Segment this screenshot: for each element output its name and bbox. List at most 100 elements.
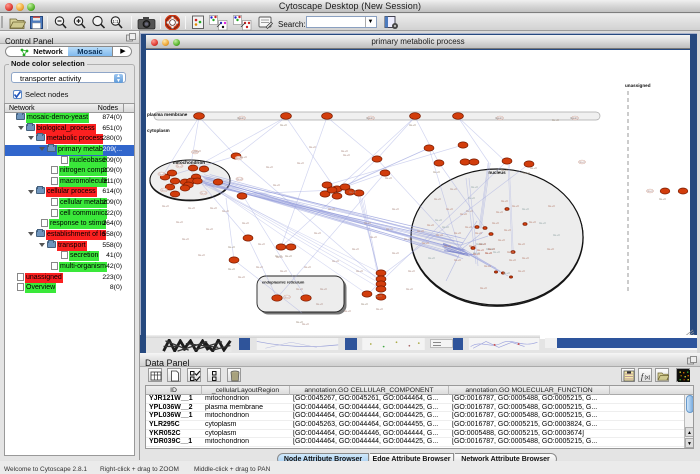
svg-text:0e+0: 0e+0 bbox=[479, 242, 486, 246]
svg-text:0e+0: 0e+0 bbox=[488, 247, 495, 251]
svg-text:0e+0: 0e+0 bbox=[242, 221, 249, 225]
svg-text:0e+0: 0e+0 bbox=[364, 221, 371, 225]
svg-text:0e+0: 0e+0 bbox=[392, 207, 399, 211]
svg-text:0e+0: 0e+0 bbox=[507, 250, 514, 254]
svg-text:0e+0: 0e+0 bbox=[210, 206, 217, 210]
svg-text:0e+0: 0e+0 bbox=[406, 287, 413, 291]
svg-text:0e+0: 0e+0 bbox=[480, 286, 487, 290]
svg-text:plasma membrane: plasma membrane bbox=[147, 112, 188, 117]
svg-text:0e+0: 0e+0 bbox=[468, 196, 475, 200]
svg-text:0e+0: 0e+0 bbox=[436, 233, 443, 237]
svg-text:0e+0: 0e+0 bbox=[552, 118, 559, 122]
svg-text:0e+0: 0e+0 bbox=[512, 204, 519, 208]
svg-text:0e+0: 0e+0 bbox=[446, 207, 453, 211]
svg-text:0e+0: 0e+0 bbox=[159, 172, 165, 176]
svg-text:0e+0: 0e+0 bbox=[495, 116, 502, 120]
svg-text:0e+0: 0e+0 bbox=[296, 287, 303, 291]
svg-text:0e+0: 0e+0 bbox=[316, 302, 323, 306]
svg-text:0e+0: 0e+0 bbox=[501, 199, 508, 203]
svg-text:0e+0: 0e+0 bbox=[352, 247, 359, 251]
svg-text:0e+0: 0e+0 bbox=[258, 242, 265, 246]
svg-text:0e+0: 0e+0 bbox=[309, 145, 316, 149]
svg-text:0e+0: 0e+0 bbox=[296, 320, 303, 324]
svg-text:0e+0: 0e+0 bbox=[297, 161, 304, 165]
svg-text:0e+0: 0e+0 bbox=[485, 251, 492, 255]
svg-text:0e+0: 0e+0 bbox=[547, 247, 554, 251]
svg-text:0e+0: 0e+0 bbox=[553, 233, 560, 237]
svg-text:0e+0: 0e+0 bbox=[522, 207, 529, 211]
svg-text:0e+0: 0e+0 bbox=[428, 256, 435, 260]
svg-text:0e+0: 0e+0 bbox=[206, 227, 213, 231]
svg-text:0e+0: 0e+0 bbox=[523, 171, 530, 175]
svg-text:0e+0: 0e+0 bbox=[341, 149, 348, 153]
svg-text:0e+0: 0e+0 bbox=[466, 209, 473, 213]
svg-text:0e+0: 0e+0 bbox=[409, 123, 416, 127]
svg-text:0e+0: 0e+0 bbox=[518, 242, 525, 246]
svg-text:0e+0: 0e+0 bbox=[460, 212, 467, 216]
svg-text:0e+0: 0e+0 bbox=[386, 227, 393, 231]
svg-text:0e+0: 0e+0 bbox=[177, 164, 183, 168]
svg-text:0e+0: 0e+0 bbox=[332, 259, 339, 263]
svg-text:0e+0: 0e+0 bbox=[433, 170, 440, 174]
svg-text:0e+0: 0e+0 bbox=[344, 309, 351, 313]
svg-text:0e+0: 0e+0 bbox=[284, 295, 290, 299]
svg-text:0e+0: 0e+0 bbox=[198, 253, 205, 257]
svg-text:0e+0: 0e+0 bbox=[237, 177, 243, 181]
svg-text:0e+0: 0e+0 bbox=[442, 225, 449, 229]
svg-text:0e+0: 0e+0 bbox=[238, 275, 245, 279]
svg-text:0e+0: 0e+0 bbox=[469, 244, 476, 248]
svg-text:endoplasmic reticulum: endoplasmic reticulum bbox=[262, 280, 305, 285]
svg-text:0e+0: 0e+0 bbox=[161, 188, 167, 192]
svg-text:cytoplasm: cytoplasm bbox=[147, 128, 170, 133]
svg-text:0e+0: 0e+0 bbox=[473, 252, 480, 256]
svg-text:0e+0: 0e+0 bbox=[285, 254, 292, 258]
svg-text:0e+0: 0e+0 bbox=[417, 229, 424, 233]
svg-text:0e+0: 0e+0 bbox=[501, 168, 508, 172]
svg-text:0e+0: 0e+0 bbox=[454, 258, 461, 262]
svg-text:0e+0: 0e+0 bbox=[280, 269, 287, 273]
svg-text:0e+0: 0e+0 bbox=[256, 265, 263, 269]
svg-text:0e+0: 0e+0 bbox=[349, 190, 356, 194]
svg-text:0e+0: 0e+0 bbox=[188, 206, 195, 210]
svg-text:0e+0: 0e+0 bbox=[304, 265, 311, 269]
svg-text:0e+0: 0e+0 bbox=[376, 307, 383, 311]
svg-text:unassigned: unassigned bbox=[625, 83, 651, 88]
svg-text:0e+0: 0e+0 bbox=[509, 258, 516, 262]
svg-text:0e+0: 0e+0 bbox=[201, 191, 207, 195]
svg-text:0e+0: 0e+0 bbox=[302, 322, 309, 326]
svg-text:0e+0: 0e+0 bbox=[404, 237, 411, 241]
svg-text:(x): (x) bbox=[644, 375, 650, 381]
svg-text:0e+0: 0e+0 bbox=[176, 220, 183, 224]
svg-text:0e+0: 0e+0 bbox=[579, 160, 585, 164]
svg-text:0e+0: 0e+0 bbox=[548, 204, 555, 208]
svg-text:0e+0: 0e+0 bbox=[266, 165, 273, 169]
svg-text:0e+0: 0e+0 bbox=[422, 241, 429, 245]
svg-text:0e+0: 0e+0 bbox=[475, 231, 482, 235]
svg-text:0e+0: 0e+0 bbox=[222, 209, 229, 213]
svg-text:0e+0: 0e+0 bbox=[408, 269, 415, 273]
svg-text:0e+0: 0e+0 bbox=[492, 221, 499, 225]
svg-text:0e+0: 0e+0 bbox=[647, 189, 653, 193]
svg-text:0e+0: 0e+0 bbox=[237, 116, 244, 120]
svg-text:0e+0: 0e+0 bbox=[162, 204, 169, 208]
svg-text:0e+0: 0e+0 bbox=[375, 294, 382, 298]
svg-text:0e+0: 0e+0 bbox=[454, 231, 461, 235]
svg-text:0e+0: 0e+0 bbox=[529, 220, 536, 224]
svg-text:0e+0: 0e+0 bbox=[522, 256, 529, 260]
svg-text:0e+0: 0e+0 bbox=[659, 197, 666, 201]
svg-text:0e+0: 0e+0 bbox=[356, 269, 363, 273]
svg-text:0e+0: 0e+0 bbox=[194, 149, 201, 153]
svg-text:0e+0: 0e+0 bbox=[366, 116, 373, 120]
svg-text:0e+0: 0e+0 bbox=[539, 221, 546, 225]
svg-text:0e+0: 0e+0 bbox=[435, 218, 442, 222]
svg-text:0e+0: 0e+0 bbox=[427, 223, 434, 227]
svg-text:0e+0: 0e+0 bbox=[392, 251, 399, 255]
svg-text:0e+0: 0e+0 bbox=[434, 197, 441, 201]
svg-text:0e+0: 0e+0 bbox=[444, 244, 451, 248]
svg-text:0e+0: 0e+0 bbox=[504, 228, 511, 232]
svg-text:0e+0: 0e+0 bbox=[280, 123, 287, 127]
svg-text:0e+0: 0e+0 bbox=[450, 187, 457, 191]
svg-text:0e+0: 0e+0 bbox=[328, 207, 335, 211]
svg-text:0e+0: 0e+0 bbox=[275, 254, 282, 258]
svg-text:0e+0: 0e+0 bbox=[320, 287, 327, 291]
